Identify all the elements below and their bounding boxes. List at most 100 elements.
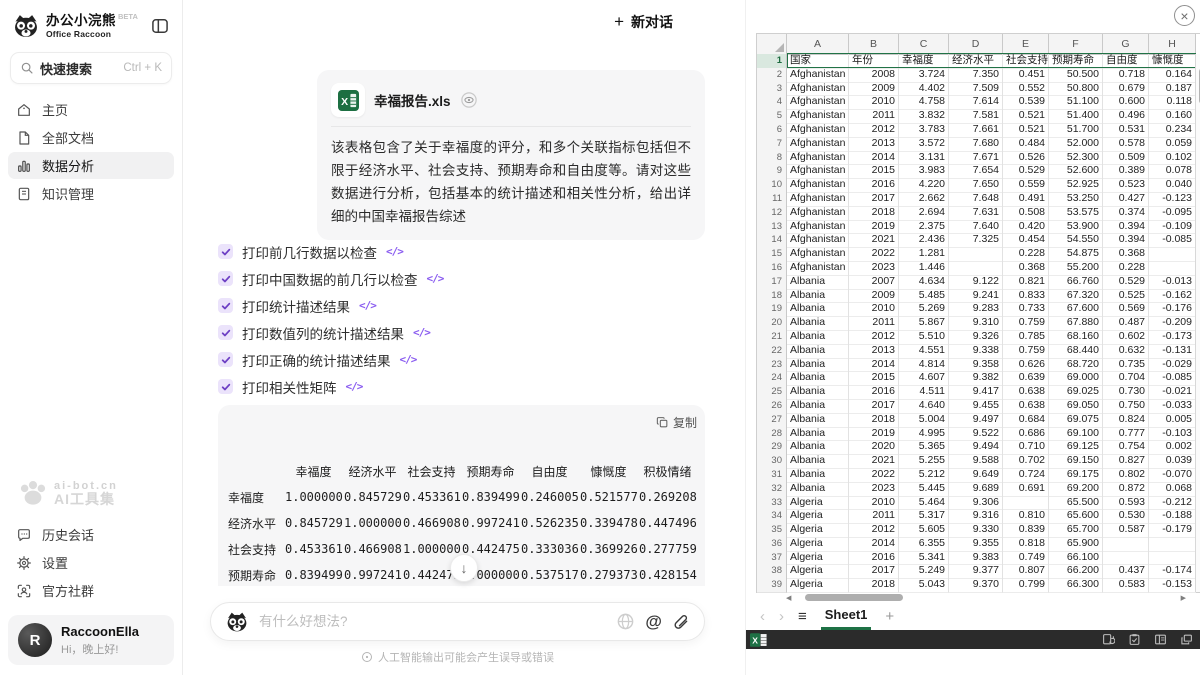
cell[interactable]: 52.300 (1049, 151, 1103, 166)
cell[interactable]: Afghanistan (787, 82, 849, 97)
row-number[interactable]: 35 (757, 523, 787, 538)
cell[interactable]: 69.050 (1049, 399, 1103, 414)
cell[interactable]: Albania (787, 302, 849, 317)
row-number[interactable]: 25 (757, 385, 787, 400)
cell[interactable]: 3.832 (899, 109, 949, 124)
row-number[interactable]: 10 (757, 178, 787, 193)
cell[interactable]: 7.325 (949, 233, 1003, 248)
cell[interactable]: 2022 (849, 247, 899, 262)
sidebar-item-主页[interactable]: 主页 (8, 96, 174, 123)
scroll-down-arrow[interactable]: ▼ (1196, 583, 1200, 589)
cell[interactable]: 5.464 (899, 496, 949, 511)
cell[interactable]: 5.212 (899, 468, 949, 483)
search-input[interactable]: 快速搜索 Ctrl + K (10, 52, 172, 84)
cell[interactable]: Albania (787, 385, 849, 400)
cell[interactable]: Afghanistan (787, 206, 849, 221)
cell[interactable]: 2018 (849, 413, 899, 428)
cell[interactable]: Afghanistan (787, 109, 849, 124)
cell[interactable]: 69.000 (1049, 371, 1103, 386)
cell[interactable]: 2017 (849, 192, 899, 207)
cell[interactable]: 2007 (849, 275, 899, 290)
cell[interactable]: 2016 (849, 178, 899, 193)
cell[interactable]: 53.575 (1049, 206, 1103, 221)
row-number[interactable]: 29 (757, 440, 787, 455)
cell[interactable]: 5.269 (899, 302, 949, 317)
cell[interactable]: Afghanistan (787, 151, 849, 166)
cell[interactable]: 0.710 (1003, 440, 1049, 455)
row-number[interactable]: 21 (757, 330, 787, 345)
cell[interactable]: 2014 (849, 358, 899, 373)
cell[interactable]: 0.632 (1103, 344, 1149, 359)
cell[interactable]: 5.249 (899, 564, 949, 579)
cell[interactable]: 7.661 (949, 123, 1003, 138)
row-number[interactable]: 2 (757, 68, 787, 83)
cell[interactable]: 2021 (849, 454, 899, 469)
code-icon[interactable]: </> (427, 272, 444, 285)
scroll-right-arrow[interactable]: ▶ (1181, 594, 1186, 602)
cell[interactable]: 0.530 (1103, 509, 1149, 524)
copy-button[interactable]: 复制 (656, 414, 697, 431)
cell[interactable]: 0.872 (1103, 482, 1149, 497)
cell[interactable]: 0.160 (1149, 109, 1196, 124)
row-number[interactable]: 18 (757, 289, 787, 304)
cell[interactable]: 52.925 (1049, 178, 1103, 193)
cell[interactable]: 0.759 (1003, 316, 1049, 331)
cell[interactable]: -0.131 (1149, 344, 1196, 359)
header-cell[interactable]: 国家 (787, 54, 849, 69)
column-letter-E[interactable]: E (1003, 34, 1049, 55)
cell[interactable]: 2019 (849, 220, 899, 235)
row-number[interactable]: 6 (757, 123, 787, 138)
row-number[interactable]: 39 (757, 578, 787, 593)
cell[interactable]: 0.068 (1149, 482, 1196, 497)
cell[interactable]: 1.281 (899, 247, 949, 262)
cell[interactable]: 53.250 (1049, 192, 1103, 207)
cell[interactable]: 0.569 (1103, 302, 1149, 317)
column-letter-C[interactable]: C (899, 34, 949, 55)
cell[interactable]: 0.839 (1003, 523, 1049, 538)
close-panel-button[interactable]: × (1174, 5, 1195, 26)
cell[interactable]: Albania (787, 468, 849, 483)
cell[interactable]: 0.587 (1103, 523, 1149, 538)
cell[interactable]: 67.600 (1049, 302, 1103, 317)
cell[interactable] (1103, 537, 1149, 552)
column-letter-F[interactable]: F (1049, 34, 1103, 55)
cell[interactable]: 7.671 (949, 151, 1003, 166)
cell[interactable]: 2013 (849, 344, 899, 359)
cell[interactable]: Afghanistan (787, 192, 849, 207)
cell[interactable] (949, 247, 1003, 262)
cell[interactable]: 2.375 (899, 220, 949, 235)
cell[interactable]: 7.680 (949, 137, 1003, 152)
cell[interactable]: 9.455 (949, 399, 1003, 414)
cell[interactable]: 9.689 (949, 482, 1003, 497)
cell[interactable]: 0.040 (1149, 178, 1196, 193)
cell[interactable]: 0.785 (1003, 330, 1049, 345)
cell[interactable]: 9.283 (949, 302, 1003, 317)
cell[interactable]: 0.827 (1103, 454, 1149, 469)
cell[interactable]: 51.700 (1049, 123, 1103, 138)
cell[interactable]: -0.085 (1149, 233, 1196, 248)
prev-sheet-arrow[interactable]: ‹ (760, 609, 765, 624)
cell[interactable]: 55.200 (1049, 261, 1103, 276)
cell[interactable]: 0.487 (1103, 316, 1149, 331)
cell[interactable]: 69.025 (1049, 385, 1103, 400)
cell[interactable]: -0.029 (1149, 358, 1196, 373)
cell[interactable]: 68.160 (1049, 330, 1103, 345)
cell[interactable]: 0.368 (1103, 247, 1149, 262)
cell[interactable]: 0.484 (1003, 137, 1049, 152)
row-number[interactable]: 22 (757, 344, 787, 359)
cell[interactable]: Albania (787, 440, 849, 455)
cell[interactable]: -0.173 (1149, 330, 1196, 345)
cell[interactable]: 0.509 (1103, 151, 1149, 166)
cell[interactable]: 9.649 (949, 468, 1003, 483)
cell[interactable]: 0.420 (1003, 220, 1049, 235)
sidebar-item-全部文档[interactable]: 全部文档 (8, 124, 174, 151)
cell[interactable]: 0.164 (1149, 68, 1196, 83)
cell[interactable]: Afghanistan (787, 68, 849, 83)
cell[interactable]: 0.539 (1003, 95, 1049, 110)
cell[interactable]: 2010 (849, 302, 899, 317)
cell[interactable]: 0.039 (1149, 454, 1196, 469)
globe-icon[interactable] (616, 612, 635, 631)
column-letter-B[interactable]: B (849, 34, 899, 55)
row-number[interactable]: 15 (757, 247, 787, 262)
cell[interactable]: -0.162 (1149, 289, 1196, 304)
